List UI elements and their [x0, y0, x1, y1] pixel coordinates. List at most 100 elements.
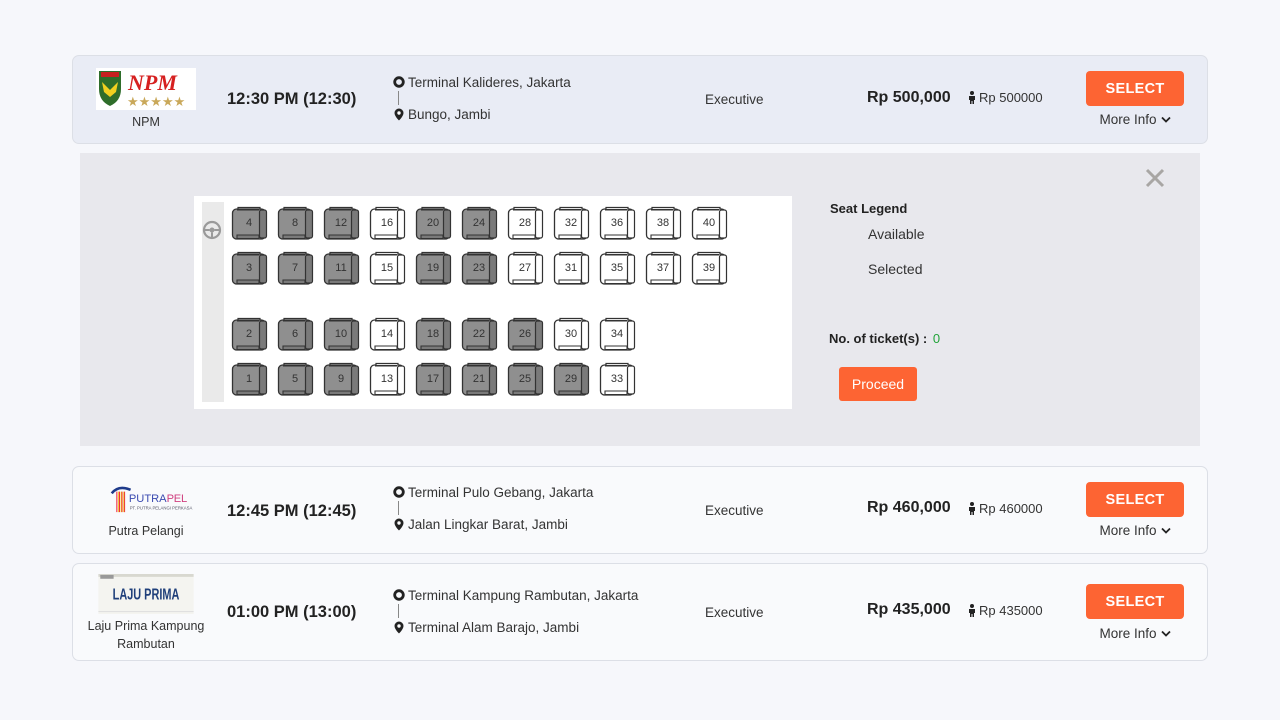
- seat-number: 17: [426, 373, 440, 385]
- seat-number: 18: [426, 328, 440, 340]
- seat-booked: 17: [415, 362, 453, 398]
- bus-class: Executive: [705, 605, 764, 620]
- svg-text:PUTRA: PUTRA: [129, 493, 167, 505]
- more-info-link[interactable]: More Info: [1086, 523, 1184, 538]
- seat-booked: 6: [277, 317, 315, 353]
- more-info-label: More Info: [1099, 626, 1157, 641]
- seat-number: 16: [380, 217, 394, 229]
- person-icon: [969, 502, 975, 515]
- price: Rp 460,000: [867, 499, 951, 516]
- seat-available[interactable]: 28: [507, 206, 545, 242]
- seat-available[interactable]: 39: [691, 251, 729, 287]
- select-button[interactable]: SELECT: [1086, 482, 1184, 517]
- seat-available[interactable]: 37: [645, 251, 683, 287]
- legend-selected: Selected: [868, 261, 923, 277]
- seat-available[interactable]: 30: [553, 317, 591, 353]
- seat-available[interactable]: 14: [369, 317, 407, 353]
- bus-class: Executive: [705, 92, 764, 107]
- origin-name: Terminal Pulo Gebang, Jakarta: [408, 484, 594, 500]
- person-icon: [969, 91, 975, 104]
- origin-circle-icon: [393, 486, 405, 498]
- destination: Bungo, Jambi: [393, 105, 571, 123]
- seat-booked: 24: [461, 206, 499, 242]
- more-info-link[interactable]: More Info: [1086, 112, 1184, 127]
- per-person-value: Rp 435000: [979, 603, 1043, 618]
- seat-number: 26: [518, 328, 532, 340]
- seat-number: 3: [245, 262, 253, 274]
- seat-available[interactable]: 27: [507, 251, 545, 287]
- seat-available[interactable]: 35: [599, 251, 637, 287]
- price: Rp 435,000: [867, 601, 951, 618]
- origin-name: Terminal Kampung Rambutan, Jakarta: [408, 587, 639, 603]
- proceed-button[interactable]: Proceed: [839, 367, 917, 401]
- seat-number: 29: [564, 373, 578, 385]
- map-pin-icon: [394, 108, 404, 120]
- seat-number: 19: [426, 262, 440, 274]
- seat-available[interactable]: 16: [369, 206, 407, 242]
- seat-number: 33: [610, 373, 624, 385]
- origin-circle-icon: [393, 589, 405, 601]
- close-icon[interactable]: [1144, 167, 1166, 189]
- seat-booked: 5: [277, 362, 315, 398]
- seat-number: 10: [334, 328, 348, 340]
- select-button[interactable]: SELECT: [1086, 71, 1184, 106]
- seat-booked: 25: [507, 362, 545, 398]
- seat-available[interactable]: 33: [599, 362, 637, 398]
- origin: Terminal Kampung Rambutan, Jakarta: [393, 586, 638, 604]
- more-info-label: More Info: [1099, 523, 1157, 538]
- seat-number: 24: [472, 217, 486, 229]
- route-line: [398, 604, 399, 618]
- seat-map: 4 8 12 16 20 24 28 32 36 38 40 3 7 11 15 19 23 27 31 35 37 39…: [194, 196, 792, 409]
- svg-text:PT. PUTRA PELANGI PERKASA: PT. PUTRA PELANGI PERKASA: [130, 506, 193, 511]
- seat-available[interactable]: 38: [645, 206, 683, 242]
- more-info-link[interactable]: More Info: [1086, 626, 1184, 641]
- seat-available[interactable]: 36: [599, 206, 637, 242]
- seat-number: 40: [702, 217, 716, 229]
- seat-number: 14: [380, 328, 394, 340]
- origin: Terminal Kalideres, Jakarta: [393, 73, 571, 91]
- operator: NPM ★★★★★ NPM: [81, 68, 211, 131]
- seat-number: 12: [334, 217, 348, 229]
- seat-booked: 4: [231, 206, 269, 242]
- seat-booked: 1: [231, 362, 269, 398]
- more-info-label: More Info: [1099, 112, 1157, 127]
- seat-booked: 9: [323, 362, 361, 398]
- seat-number: 4: [245, 217, 253, 229]
- chevron-down-icon: [1160, 630, 1171, 637]
- seat-available[interactable]: 32: [553, 206, 591, 242]
- destination: Jalan Lingkar Barat, Jambi: [393, 515, 593, 533]
- origin-circle-icon: [393, 76, 405, 88]
- seat-number: 7: [291, 262, 299, 274]
- per-person-value: Rp 500000: [979, 90, 1043, 105]
- seat-booked: 3: [231, 251, 269, 287]
- seat-number: 11: [335, 262, 347, 274]
- laju-prima-logo: LAJU PRIMA: [98, 574, 194, 614]
- departure-time: 12:30 PM (12:30): [227, 90, 357, 108]
- seat-available[interactable]: 31: [553, 251, 591, 287]
- seat-booked: 12: [323, 206, 361, 242]
- seat-number: 13: [380, 373, 394, 385]
- destination-name: Terminal Alam Barajo, Jambi: [408, 619, 580, 635]
- select-button[interactable]: SELECT: [1086, 584, 1184, 619]
- bus-result-card: PUTRA PEL PT. PUTRA PELANGI PERKASA Putr…: [72, 466, 1208, 554]
- seat-legend-title: Seat Legend: [830, 201, 908, 216]
- seat-available[interactable]: 34: [599, 317, 637, 353]
- bus-class: Executive: [705, 503, 764, 518]
- seat-available[interactable]: 40: [691, 206, 729, 242]
- price: Rp 500,000: [867, 89, 951, 106]
- seat-number: 39: [702, 262, 716, 274]
- chevron-down-icon: [1160, 116, 1171, 123]
- ticket-count-label: No. of ticket(s) :: [829, 331, 928, 346]
- ticket-count-value: 0: [932, 331, 941, 346]
- seat-available[interactable]: 13: [369, 362, 407, 398]
- seat-booked: 2: [231, 317, 269, 353]
- bus-result-card: NPM ★★★★★ NPM 12:30 PM (12:30) Terminal …: [72, 55, 1208, 144]
- route: Terminal Pulo Gebang, Jakarta Jalan Ling…: [393, 483, 593, 533]
- seat-available[interactable]: 15: [369, 251, 407, 287]
- operator-name: Putra Pelangi: [108, 524, 184, 538]
- map-pin-icon: [394, 518, 404, 530]
- per-person-price: Rp 435000: [968, 603, 1043, 618]
- departure-time: 01:00 PM (13:00): [227, 603, 357, 621]
- operator: LAJU PRIMA Laju Prima Kampung Rambutan: [81, 574, 211, 653]
- per-person-price: Rp 460000: [968, 501, 1043, 516]
